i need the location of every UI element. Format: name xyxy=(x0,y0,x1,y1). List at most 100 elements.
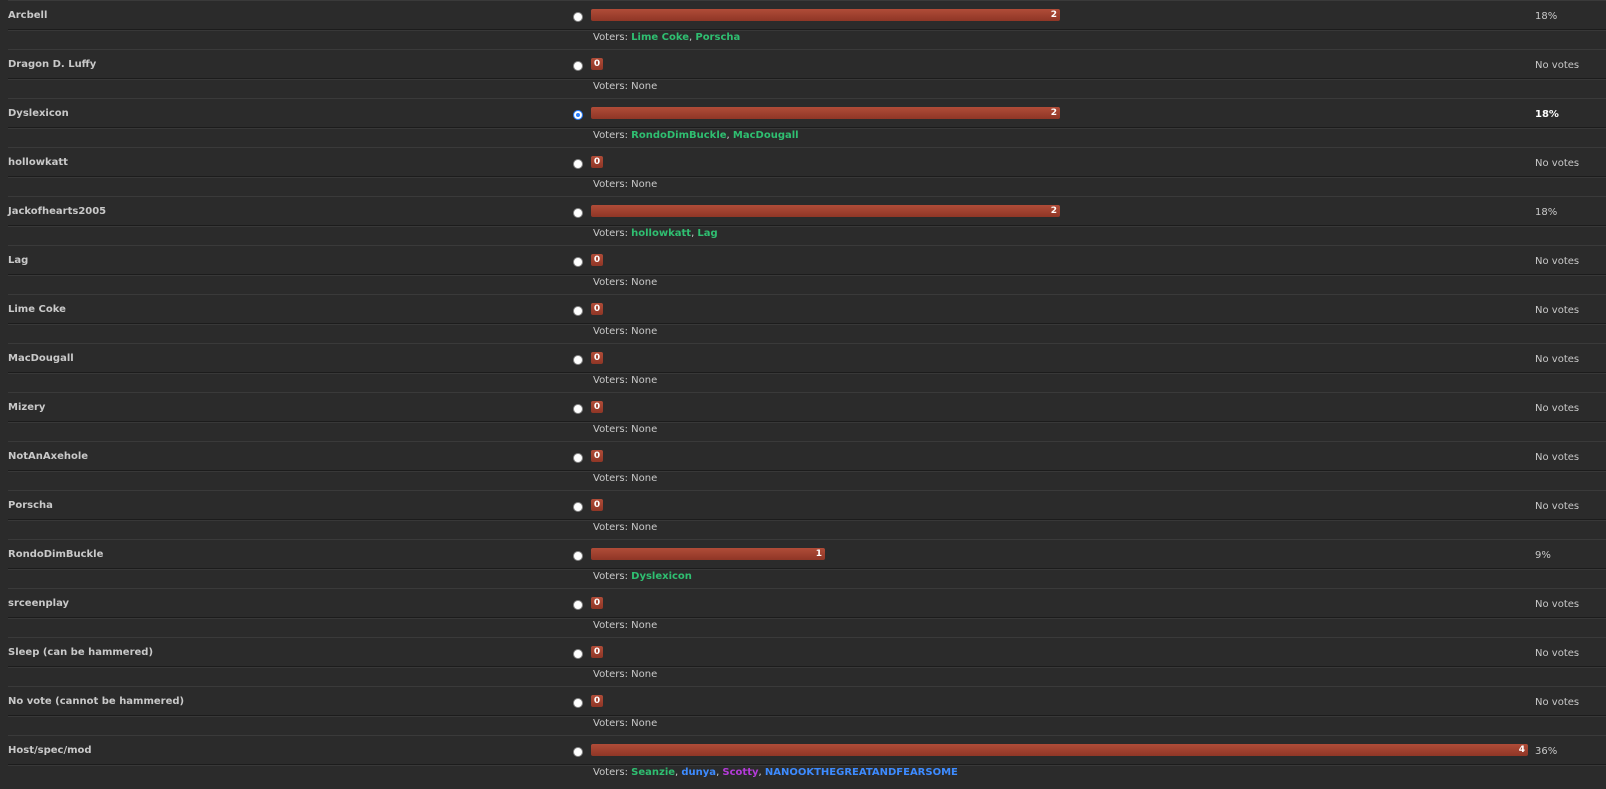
voters-divider xyxy=(8,78,1606,80)
voters-label: Voters: xyxy=(593,179,628,190)
option-name: RondoDimBuckle xyxy=(8,549,104,560)
voters-line: Voters: Dyslexicon xyxy=(593,571,692,582)
voters-divider xyxy=(8,274,1606,276)
voter-link[interactable]: Dyslexicon xyxy=(631,571,692,582)
poll-option: NotAnAxehole 0 No votes Voters: None xyxy=(0,441,1606,490)
no-voters: None xyxy=(631,81,658,92)
option-name: Lime Coke xyxy=(8,304,66,315)
vote-radio[interactable] xyxy=(573,257,583,267)
vote-radio[interactable] xyxy=(573,306,583,316)
row-separator xyxy=(8,196,1606,197)
voter-link[interactable]: hollowkatt xyxy=(631,228,691,239)
option-name: Dragon D. Luffy xyxy=(8,59,97,70)
option-name: Dyslexicon xyxy=(8,108,69,119)
voters-label: Voters: xyxy=(593,767,628,778)
voters-line: Voters: None xyxy=(593,473,657,484)
no-voters: None xyxy=(631,179,658,190)
vote-radio[interactable] xyxy=(573,404,583,414)
row-separator xyxy=(8,539,1606,540)
voter-link[interactable]: dunya xyxy=(681,767,716,778)
row-separator xyxy=(8,686,1606,687)
voters-line: Voters: None xyxy=(593,277,657,288)
poll-option: Sleep (can be hammered) 0 No votes Voters: … xyxy=(0,637,1606,686)
poll-option: Arcbell 2 18% Voters: Lime Coke, Porscha xyxy=(0,0,1606,49)
voters-divider xyxy=(8,666,1606,668)
vote-radio[interactable] xyxy=(573,649,583,659)
vote-percentage: No votes xyxy=(1535,452,1580,463)
vote-radio[interactable] xyxy=(573,61,583,71)
voters-line: Voters: None xyxy=(593,620,657,631)
poll-option: Dyslexicon 2 18% Voters: RondoDimBuckle, Ma… xyxy=(0,98,1606,147)
voters-divider xyxy=(8,127,1606,129)
poll-option: Jackofhearts2005 2 18% Voters: hollowkatt, … xyxy=(0,196,1606,245)
vote-percentage: 18% xyxy=(1535,11,1558,22)
vote-radio[interactable] xyxy=(573,747,583,757)
voters-divider xyxy=(8,372,1606,374)
vote-bar: 0 xyxy=(591,499,603,511)
voters-divider xyxy=(8,29,1606,31)
vote-radio[interactable] xyxy=(573,110,583,120)
vote-percentage: No votes xyxy=(1535,599,1580,610)
voters-divider xyxy=(8,323,1606,325)
vote-count: 0 xyxy=(593,598,601,608)
voters-line: Voters: None xyxy=(593,424,657,435)
option-name: Arcbell xyxy=(8,10,48,21)
voter-link[interactable]: RondoDimBuckle xyxy=(631,130,726,141)
option-name: Sleep (can be hammered) xyxy=(8,647,154,658)
option-name: Lag xyxy=(8,255,29,266)
vote-bar: 2 xyxy=(591,205,1060,217)
option-name: NotAnAxehole xyxy=(8,451,89,462)
vote-bar: 0 xyxy=(591,58,603,70)
vote-radio[interactable] xyxy=(573,355,583,365)
vote-radio[interactable] xyxy=(573,698,583,708)
vote-radio[interactable] xyxy=(573,551,583,561)
vote-bar: 0 xyxy=(591,156,603,168)
voter-link[interactable]: Scotty xyxy=(722,767,758,778)
vote-percentage: No votes xyxy=(1535,354,1580,365)
vote-radio[interactable] xyxy=(573,159,583,169)
vote-count: 0 xyxy=(593,500,601,510)
voters-line: Voters: Lime Coke, Porscha xyxy=(593,32,741,43)
no-voters: None xyxy=(631,669,658,680)
vote-percentage: 9% xyxy=(1535,550,1551,561)
voter-link[interactable]: Seanzie xyxy=(631,767,675,778)
row-separator xyxy=(8,294,1606,295)
vote-radio[interactable] xyxy=(573,600,583,610)
voter-link[interactable]: NANOOKTHEGREATANDFEARSOME xyxy=(765,767,958,778)
no-voters: None xyxy=(631,277,658,288)
voters-label: Voters: xyxy=(593,571,628,582)
voters-line: Voters: RondoDimBuckle, MacDougall xyxy=(593,130,799,141)
poll-option: RondoDimBuckle 1 9% Voters: Dyslexicon xyxy=(0,539,1606,588)
vote-percentage: No votes xyxy=(1535,305,1580,316)
poll-option: srceenplay 0 No votes Voters: None xyxy=(0,588,1606,637)
vote-radio[interactable] xyxy=(573,453,583,463)
voter-link[interactable]: MacDougall xyxy=(733,130,799,141)
poll-option: Lag 0 No votes Voters: None xyxy=(0,245,1606,294)
row-separator xyxy=(8,735,1606,736)
voter-link[interactable]: Lime Coke xyxy=(631,32,689,43)
poll-option: Porscha 0 No votes Voters: None xyxy=(0,490,1606,539)
vote-bar: 0 xyxy=(591,695,603,707)
poll-option: Mizery 0 No votes Voters: None xyxy=(0,392,1606,441)
vote-bar: 2 xyxy=(591,9,1060,21)
vote-count: 2 xyxy=(1050,108,1057,118)
vote-bar: 0 xyxy=(591,254,603,266)
vote-radio[interactable] xyxy=(573,12,583,22)
vote-bar: 1 xyxy=(591,548,825,560)
voters-divider xyxy=(8,519,1606,521)
vote-count: 0 xyxy=(593,451,601,461)
vote-count: 0 xyxy=(593,696,601,706)
voter-link[interactable]: Lag xyxy=(697,228,717,239)
poll-option: MacDougall 0 No votes Voters: None xyxy=(0,343,1606,392)
vote-radio[interactable] xyxy=(573,502,583,512)
vote-radio[interactable] xyxy=(573,208,583,218)
row-separator xyxy=(8,343,1606,344)
voters-line: Voters: None xyxy=(593,718,657,729)
option-name: Porscha xyxy=(8,500,53,511)
voters-line: Voters: None xyxy=(593,669,657,680)
voter-link[interactable]: Porscha xyxy=(695,32,740,43)
vote-percentage: No votes xyxy=(1535,648,1580,659)
no-voters: None xyxy=(631,620,658,631)
vote-count: 1 xyxy=(815,549,822,559)
vote-percentage: No votes xyxy=(1535,403,1580,414)
